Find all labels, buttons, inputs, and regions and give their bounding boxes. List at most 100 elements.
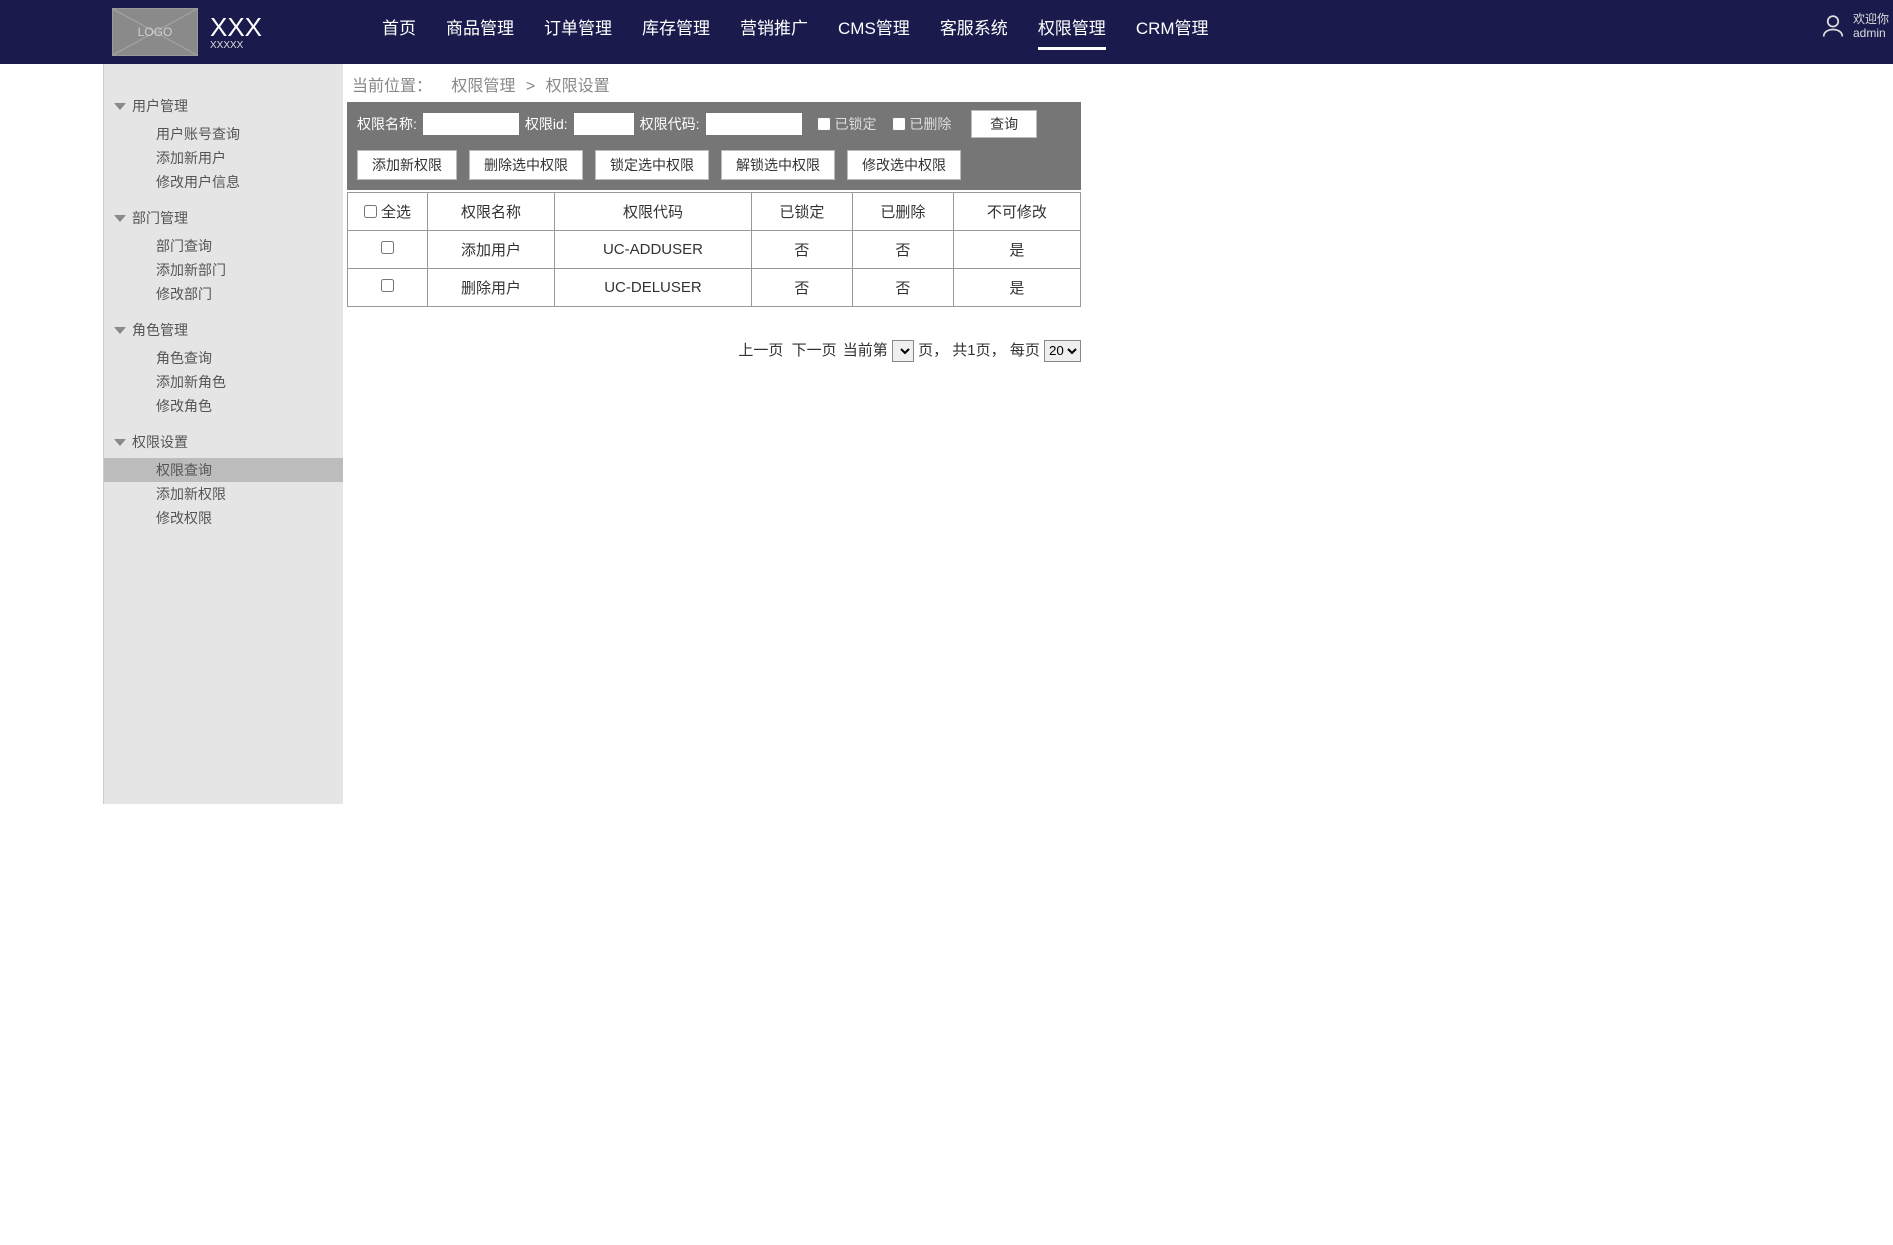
filter-deleted-checkbox[interactable]	[892, 117, 906, 131]
filter-code-input[interactable]	[706, 113, 802, 135]
sidebar: 用户管理用户账号查询添加新用户修改用户信息部门管理部门查询添加新部门修改部门角色…	[103, 64, 343, 804]
cell-immutable: 是	[953, 269, 1080, 307]
action-button[interactable]: 删除选中权限	[469, 150, 583, 180]
table-header-row: 全选 权限名称 权限代码 已锁定 已删除 不可修改	[348, 193, 1081, 231]
action-button[interactable]: 修改选中权限	[847, 150, 961, 180]
pager-perpage-select[interactable]: 20	[1044, 340, 1081, 362]
cell-deleted: 否	[852, 231, 953, 269]
sidebar-item[interactable]: 用户账号查询	[156, 122, 343, 146]
brand-block: XXX XXXXX	[210, 14, 262, 51]
action-button[interactable]: 锁定选中权限	[595, 150, 709, 180]
top-nav: 首页商品管理订单管理库存管理营销推广 CMS管理客服系统权限管理 CRM管理	[382, 14, 1209, 50]
sidebar-item[interactable]: 部门查询	[156, 234, 343, 258]
sidebar-group-head[interactable]: 部门管理	[104, 204, 343, 232]
sidebar-item[interactable]: 添加新权限	[156, 482, 343, 506]
top-header: LOGO XXX XXXXX 首页商品管理订单管理库存管理营销推广 CMS管理客服…	[0, 0, 1893, 64]
sidebar-item[interactable]: 添加新角色	[156, 370, 343, 394]
sidebar-item[interactable]: 修改角色	[156, 394, 343, 418]
cell-immutable: 是	[953, 231, 1080, 269]
breadcrumb-sep: >	[526, 78, 535, 95]
sidebar-group-head[interactable]: 角色管理	[104, 316, 343, 344]
sidebar-item[interactable]: 权限查询	[104, 458, 343, 482]
col-name: 权限名称	[428, 193, 555, 231]
filter-id-label: 权限id:	[525, 114, 568, 134]
brand-title: XXX	[210, 14, 262, 40]
chevron-down-icon	[114, 327, 126, 334]
logo-text: LOGO	[138, 25, 173, 39]
cell-name: 删除用户	[428, 269, 555, 307]
topnav-item[interactable]: 商品管理	[446, 14, 514, 50]
sidebar-item[interactable]: 修改部门	[156, 282, 343, 306]
filter-id-input[interactable]	[574, 113, 634, 135]
table-row: 删除用户UC-DELUSER否否是	[348, 269, 1081, 307]
col-locked: 已锁定	[751, 193, 852, 231]
breadcrumb: 当前位置： 权限管理 > 权限设置	[347, 64, 1893, 102]
topnav-item[interactable]: 首页	[382, 14, 416, 50]
pager-page-suffix: 页，	[918, 342, 948, 359]
filter-code-label: 权限代码:	[640, 114, 700, 134]
topnav-item[interactable]: CRM管理	[1136, 14, 1209, 50]
topnav-item[interactable]: CMS管理	[838, 14, 910, 50]
main-content: 当前位置： 权限管理 > 权限设置 权限名称: 权限id: 权限代码: 已锁定 …	[343, 64, 1893, 804]
sidebar-group-title: 权限设置	[132, 432, 188, 452]
pager-page-select[interactable]	[892, 340, 914, 362]
topnav-item[interactable]: 订单管理	[544, 14, 612, 50]
topnav-item[interactable]: 营销推广	[740, 14, 808, 50]
username: admin	[1853, 26, 1889, 40]
sidebar-group-head[interactable]: 用户管理	[104, 92, 343, 120]
cell-code: UC-DELUSER	[555, 269, 752, 307]
sidebar-group-title: 部门管理	[132, 208, 188, 228]
filter-bar: 权限名称: 权限id: 权限代码: 已锁定 已删除 查询 添加新权限删除选中权限…	[347, 102, 1081, 190]
sidebar-item[interactable]: 修改用户信息	[156, 170, 343, 194]
pager-perpage-label: 每页	[1010, 342, 1040, 359]
logo-placeholder: LOGO	[112, 8, 198, 56]
cell-name: 添加用户	[428, 231, 555, 269]
chevron-down-icon	[114, 103, 126, 110]
query-button[interactable]: 查询	[971, 110, 1037, 138]
filter-action-row: 添加新权限删除选中权限锁定选中权限解锁选中权限修改选中权限	[357, 150, 1071, 180]
filter-name-input[interactable]	[423, 113, 519, 135]
sidebar-item[interactable]: 添加新部门	[156, 258, 343, 282]
row-checkbox[interactable]	[381, 279, 394, 292]
sidebar-item[interactable]: 添加新用户	[156, 146, 343, 170]
cell-locked: 否	[751, 231, 852, 269]
row-checkbox[interactable]	[381, 241, 394, 254]
filter-name-label: 权限名称:	[357, 114, 417, 134]
action-button[interactable]: 解锁选中权限	[721, 150, 835, 180]
col-code: 权限代码	[555, 193, 752, 231]
sidebar-item[interactable]: 角色查询	[156, 346, 343, 370]
pager-next[interactable]: 下一页	[792, 342, 837, 359]
breadcrumb-part-1[interactable]: 权限管理	[451, 78, 515, 95]
table-row: 添加用户UC-ADDUSER否否是	[348, 231, 1081, 269]
topnav-item[interactable]: 库存管理	[642, 14, 710, 50]
pager: 上一页 下一页 当前第 页， 共1页， 每页 20	[347, 339, 1081, 362]
pager-current-label: 当前第	[843, 342, 888, 359]
user-icon	[1819, 12, 1847, 40]
pager-prev[interactable]: 上一页	[738, 342, 783, 359]
filter-deleted-label: 已删除	[909, 114, 951, 134]
sidebar-item[interactable]: 修改权限	[156, 506, 343, 530]
chevron-down-icon	[114, 215, 126, 222]
topnav-item[interactable]: 客服系统	[940, 14, 1008, 50]
breadcrumb-part-2[interactable]: 权限设置	[546, 78, 610, 95]
cell-code: UC-ADDUSER	[555, 231, 752, 269]
sidebar-group-head[interactable]: 权限设置	[104, 428, 343, 456]
topnav-item[interactable]: 权限管理	[1038, 14, 1106, 50]
sidebar-group-title: 用户管理	[132, 96, 188, 116]
filter-locked-label: 已锁定	[834, 114, 876, 134]
breadcrumb-label: 当前位置：	[352, 78, 432, 95]
col-immutable: 不可修改	[953, 193, 1080, 231]
permission-table: 全选 权限名称 权限代码 已锁定 已删除 不可修改 添加用户UC-ADDUSER…	[347, 192, 1081, 307]
pager-total: 共1页，	[952, 342, 1005, 359]
action-button[interactable]: 添加新权限	[357, 150, 457, 180]
select-all-label: 全选	[381, 201, 411, 222]
cell-locked: 否	[751, 269, 852, 307]
sidebar-group-title: 角色管理	[132, 320, 188, 340]
welcome-text: 欢迎你	[1853, 12, 1889, 26]
user-area[interactable]: 欢迎你 admin	[1819, 12, 1889, 41]
cell-deleted: 否	[852, 269, 953, 307]
chevron-down-icon	[114, 439, 126, 446]
filter-locked-checkbox[interactable]	[817, 117, 831, 131]
select-all-checkbox[interactable]	[364, 205, 377, 218]
col-deleted: 已删除	[852, 193, 953, 231]
